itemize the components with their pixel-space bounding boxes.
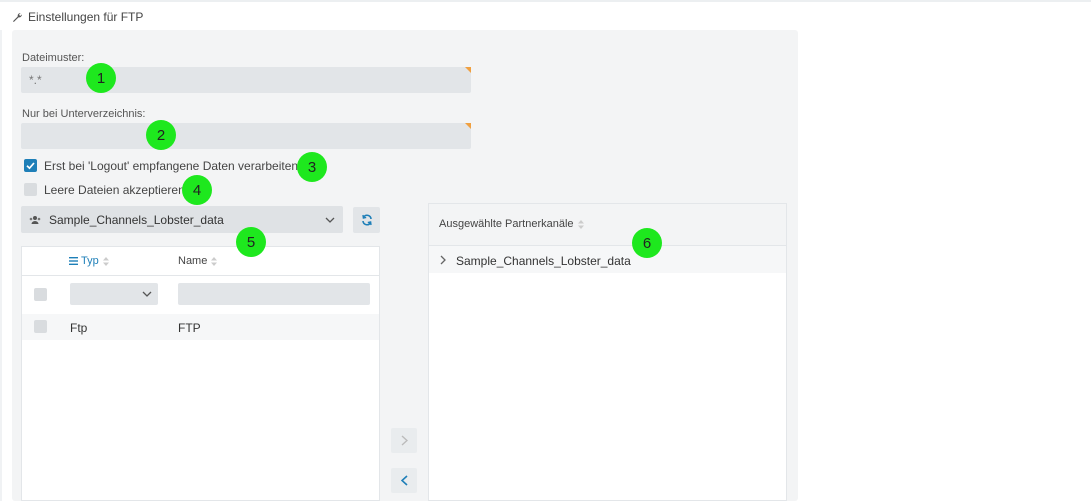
type-filter-select[interactable] xyxy=(70,283,158,305)
annotation-marker-3: 3 xyxy=(297,152,327,182)
column-name-label: Name xyxy=(178,255,208,267)
annotation-marker-5: 5 xyxy=(236,227,266,257)
move-right-button[interactable] xyxy=(391,428,417,453)
partner-select[interactable]: Sample_Channels_Lobster_data xyxy=(21,206,343,233)
chevron-down-icon xyxy=(325,217,335,223)
users-icon xyxy=(29,215,41,224)
menu-icon xyxy=(69,257,78,265)
sort-icon xyxy=(211,256,218,266)
subdir-input[interactable] xyxy=(21,123,471,149)
annotation-marker-2: 2 xyxy=(146,120,176,150)
required-marker xyxy=(465,67,471,73)
chevron-right-icon xyxy=(401,435,408,446)
sort-icon xyxy=(577,219,584,229)
refresh-icon xyxy=(361,214,372,226)
chevron-down-icon xyxy=(142,291,152,297)
select-all-checkbox[interactable] xyxy=(34,288,47,301)
table-header: Typ Name xyxy=(22,247,379,276)
row-name: FTP xyxy=(178,321,201,335)
logout-checkbox-label: Erst bei 'Logout' empfangene Daten verar… xyxy=(44,159,299,173)
annotation-marker-1: 1 xyxy=(86,63,116,93)
left-edge xyxy=(0,30,2,501)
selected-channels-header[interactable]: Ausgewählte Partnerkanäle xyxy=(429,204,786,246)
name-filter-input[interactable] xyxy=(178,283,370,305)
row-checkbox[interactable] xyxy=(34,320,47,333)
list-item[interactable]: Sample_Channels_Lobster_data xyxy=(429,246,786,273)
empty-files-checkbox[interactable] xyxy=(24,183,37,196)
check-icon xyxy=(26,162,35,170)
sort-icon xyxy=(102,256,109,266)
column-type-header[interactable]: Typ xyxy=(69,255,109,267)
column-type-label: Typ xyxy=(81,255,99,267)
column-name-header[interactable]: Name xyxy=(178,255,218,267)
row-type: Ftp xyxy=(70,321,88,335)
logout-checkbox[interactable] xyxy=(24,159,37,172)
empty-files-checkbox-label: Leere Dateien akzeptieren xyxy=(44,183,185,197)
selected-channel-name: Sample_Channels_Lobster_data xyxy=(456,254,631,268)
selected-channels-title: Ausgewählte Partnerkanäle xyxy=(439,218,574,230)
wrench-icon xyxy=(13,12,22,22)
selected-channels-title-wrap: Ausgewählte Partnerkanäle xyxy=(439,218,584,230)
refresh-button[interactable] xyxy=(353,207,380,233)
section-title: Einstellungen für FTP xyxy=(28,10,144,24)
subdir-label: Nur bei Unterverzeichnis: xyxy=(22,108,146,120)
available-channels-table: Typ Name Ftp FTP xyxy=(21,246,380,501)
annotation-marker-4: 4 xyxy=(182,175,212,205)
chevron-right-icon xyxy=(440,255,446,265)
chevron-left-icon xyxy=(400,475,408,486)
annotation-marker-6: 6 xyxy=(632,228,662,258)
selected-channels-panel: Ausgewählte Partnerkanäle Sample_Channel… xyxy=(428,203,787,501)
file-pattern-label: Dateimuster: xyxy=(22,52,85,64)
file-pattern-value: *.* xyxy=(29,73,42,87)
move-left-button[interactable] xyxy=(391,468,417,493)
section-header: Einstellungen für FTP xyxy=(12,10,143,24)
table-row[interactable]: Ftp FTP xyxy=(22,314,379,340)
top-border xyxy=(0,0,1091,2)
filter-row xyxy=(22,276,379,315)
required-marker xyxy=(465,123,471,129)
partner-select-value: Sample_Channels_Lobster_data xyxy=(49,212,224,227)
